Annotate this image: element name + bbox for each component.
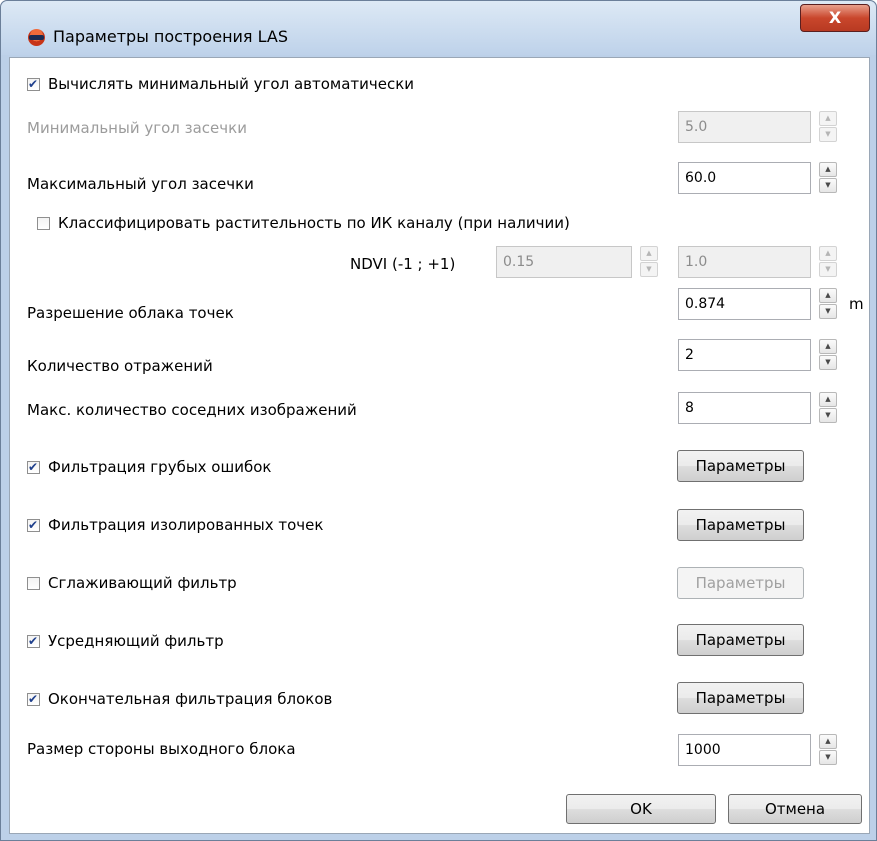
dialog-window: Параметры построения LAS X Вычислять мин… [0,0,877,841]
spin-down-icon[interactable]: ▼ [819,178,837,193]
spin-up-icon[interactable]: ▲ [819,734,837,749]
smoothing-filter-checkbox[interactable] [27,577,40,590]
averaging-filter-label: Усредняющий фильтр [48,632,224,650]
ndvi-from-input[interactable]: 0.15 [496,246,632,278]
reflections-label: Количество отражений [27,357,213,375]
resolution-unit: m [849,295,864,313]
auto-min-angle-label: Вычислять минимальный угол автоматически [48,75,415,93]
max-angle-input[interactable]: 60.0 [678,162,811,194]
min-angle-input[interactable]: 5.0 [678,111,811,143]
final-block-params-button[interactable]: Параметры [677,682,804,714]
spin-down-icon[interactable]: ▼ [819,262,837,277]
averaging-filter-checkbox[interactable] [27,633,40,649]
spin-up-icon[interactable]: ▲ [819,339,837,354]
spin-up-icon[interactable]: ▲ [640,246,658,261]
window-title: Параметры построения LAS [53,27,289,46]
max-neighbors-input[interactable]: 8 [678,392,811,424]
spin-down-icon[interactable]: ▼ [819,127,837,142]
spin-down-icon[interactable]: ▼ [819,355,837,370]
final-block-filter-label: Окончательная фильтрация блоков [48,690,333,708]
ndvi-to-input[interactable]: 1.0 [678,246,811,278]
spin-down-icon[interactable]: ▼ [819,408,837,423]
block-size-label: Размер стороны выходного блока [27,740,296,758]
close-button[interactable]: X [800,4,870,32]
title-bar[interactable]: Параметры построения LAS X [1,1,876,55]
dialog-body: Вычислять минимальный угол автоматически… [9,57,870,834]
max-angle-spinner[interactable]: ▲ ▼ [819,162,837,194]
spin-up-icon[interactable]: ▲ [819,162,837,177]
isolated-points-filter-checkbox[interactable] [27,517,40,533]
block-size-input[interactable]: 1000 [678,734,811,766]
gross-error-params-button[interactable]: Параметры [677,450,804,482]
resolution-spinner[interactable]: ▲ ▼ [819,288,837,320]
ok-button[interactable]: OK [566,794,716,824]
max-neighbors-label: Макс. количество соседних изображений [27,401,357,419]
spin-down-icon[interactable]: ▼ [819,750,837,765]
smoothing-params-button[interactable]: Параметры [677,567,804,599]
max-angle-label: Максимальный угол засечки [27,175,254,193]
resolution-input[interactable]: 0.874 [678,288,811,320]
spin-up-icon[interactable]: ▲ [819,246,837,261]
smoothing-filter-label: Сглаживающий фильтр [48,574,237,592]
spin-up-icon[interactable]: ▲ [819,111,837,126]
max-neighbors-spinner[interactable]: ▲ ▼ [819,392,837,424]
cancel-button[interactable]: Отмена [728,794,862,824]
spin-up-icon[interactable]: ▲ [819,288,837,303]
block-size-spinner[interactable]: ▲ ▼ [819,734,837,766]
final-block-filter-checkbox[interactable] [27,691,40,707]
classify-vegetation-label: Классифицировать растительность по ИК ка… [58,214,570,232]
isolated-points-params-button[interactable]: Параметры [677,509,804,541]
spin-down-icon[interactable]: ▼ [819,304,837,319]
ndvi-label: NDVI (-1 ; +1) [350,255,456,273]
auto-min-angle-checkbox[interactable] [27,76,40,92]
ndvi-to-spinner[interactable]: ▲ ▼ [819,246,837,278]
ndvi-from-spinner[interactable]: ▲ ▼ [640,246,658,278]
averaging-params-button[interactable]: Параметры [677,624,804,656]
min-angle-label: Минимальный угол засечки [27,119,247,137]
min-angle-spinner[interactable]: ▲ ▼ [819,111,837,143]
reflections-spinner[interactable]: ▲ ▼ [819,339,837,371]
stereo-glasses-icon [28,29,45,46]
spin-up-icon[interactable]: ▲ [819,392,837,407]
reflections-input[interactable]: 2 [678,339,811,371]
resolution-label: Разрешение облака точек [27,304,234,322]
gross-error-filter-checkbox[interactable] [27,459,40,475]
classify-vegetation-checkbox[interactable] [37,217,50,230]
gross-error-filter-label: Фильтрация грубых ошибок [48,458,272,476]
isolated-points-filter-label: Фильтрация изолированных точек [48,516,324,534]
spin-down-icon[interactable]: ▼ [640,262,658,277]
